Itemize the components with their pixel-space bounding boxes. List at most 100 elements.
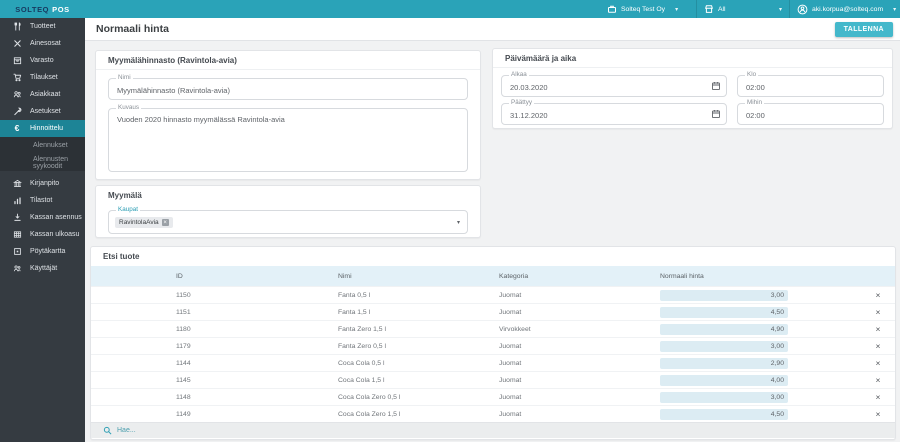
user-menu[interactable]: aki.korpua@solteq.com ▾ [790,0,900,18]
sidebar-item-poytakartta[interactable]: Pöytäkartta [0,243,85,260]
stores-select-label: Kaupat [116,207,140,213]
remove-row-icon[interactable]: × [861,392,895,402]
table-row: 1151 Fanta 1,5 l Juomat 4,50 × [91,303,895,320]
store-chip: RavintolaAvia × [115,217,173,228]
product-category: Virvokkeet [499,326,660,333]
sidebar-item-tilastot[interactable]: Tilastot [0,192,85,209]
company-name: Solteq Test Oy [621,6,665,13]
price-input[interactable]: 2,90 [660,358,788,369]
location-value: All [718,6,726,13]
sidebar-item-label: Asetukset [30,108,61,115]
price-input[interactable]: 3,00 [660,392,788,403]
sidebar-item-kassan-ulkoasu[interactable]: Kassan ulkoasu [0,226,85,243]
description-word: Ravintola-avia [237,115,285,124]
table-row: 1144 Coca Cola 0,5 l Juomat 2,90 × [91,354,895,371]
search-icon [103,426,112,435]
fork-knife-icon [12,22,22,32]
remove-row-icon[interactable]: × [861,409,895,419]
sidebar-item-kirjanpito[interactable]: Kirjanpito [0,175,85,192]
price-input[interactable]: 4,50 [660,409,788,420]
sidebar-item-tilaukset[interactable]: Tilaukset [0,69,85,86]
sidebar-item-ainesosat[interactable]: Ainesosat [0,35,85,52]
start-time-field[interactable]: Klo 02:00 [737,75,884,97]
name-field-label: Nimi [116,75,133,81]
price-input[interactable]: 4,90 [660,324,788,335]
table-row: 1179 Fanta Zero 0,5 l Juomat 3,00 × [91,337,895,354]
euro-icon: € [12,124,22,134]
sidebar-item-asiakkaat[interactable]: Asiakkaat [0,86,85,103]
remove-row-icon[interactable]: × [861,307,895,317]
save-button[interactable]: TALLENNA [835,22,893,37]
description-word: 2020 [145,115,162,124]
price-input[interactable]: 4,00 [660,375,788,386]
bank-icon [12,179,22,189]
end-time-label: Mihin [745,100,764,106]
grid-layout-icon [12,230,22,240]
sidebar-item-alennusten-syykoodit[interactable]: Alennusten syykoodit [0,154,85,171]
sidebar-item-kassan-asennus[interactable]: Kassan asennus [0,209,85,226]
start-date-field[interactable]: Alkaa 20.03.2020 [501,75,727,97]
briefcase-icon [607,4,617,14]
sidebar-nav: Tuotteet Ainesosat Varasto Tilaukset Asi… [0,18,85,442]
product-name: Fanta 0,5 l [338,292,499,299]
sidebar-item-label: Alennusten syykoodit [33,156,85,170]
price-input[interactable]: 3,00 [660,341,788,352]
description-field-label: Kuvaus [116,105,141,111]
remove-row-icon[interactable]: × [861,324,895,334]
price-input[interactable]: 3,00 [660,290,788,301]
end-time-field[interactable]: Mihin 02:00 [737,103,884,125]
sidebar-item-asetukset[interactable]: Asetukset [0,103,85,120]
description-word: Vuoden [117,115,143,124]
logo-pos: POS [52,5,70,14]
wrench-icon [12,107,22,117]
inventory-box-icon [12,56,22,66]
calendar-icon[interactable] [711,81,721,91]
chevron-down-icon: ▾ [675,6,678,13]
sidebar-item-label: Kassan asennus [30,214,82,221]
start-time-value: 02:00 [738,76,883,92]
sidebar-item-label: Tuotteet [30,23,55,30]
company-selector[interactable]: Solteq Test Oy ▾ [600,0,696,18]
product-id: 1151 [176,309,338,316]
calendar-icon[interactable] [711,109,721,119]
location-selector[interactable]: All ▾ [697,0,789,18]
store-chip-label: RavintolaAvia [119,219,159,226]
end-date-field[interactable]: Päättyy 31.12.2020 [501,103,727,125]
name-field[interactable]: Nimi Myymälähinnasto (Ravintola-avia) [108,78,468,100]
stores-multiselect[interactable]: Kaupat RavintolaAvia × ▾ [108,210,468,234]
product-category: Juomat [499,377,660,384]
chevron-down-icon: ▾ [779,6,782,13]
sidebar-item-label: Hinnoittelu [30,125,63,132]
end-date-label: Päättyy [509,100,534,106]
price-input[interactable]: 4,50 [660,307,788,318]
product-id: 1148 [176,394,338,401]
price-list-card-title: Myymälähinnasto (Ravintola-avia) [96,51,480,70]
end-time-value: 02:00 [738,104,883,120]
column-header-id: ID [176,273,338,280]
product-search-input[interactable]: Hae... [91,422,895,438]
sidebar-item-alennukset[interactable]: Alennukset [0,137,85,154]
description-field[interactable]: Kuvaus Vuoden2020hinnastomyymälässäRavin… [108,108,468,172]
remove-row-icon[interactable]: × [861,341,895,351]
remove-row-icon[interactable]: × [861,290,895,300]
user-email: aki.korpua@solteq.com [812,6,883,13]
user-account-icon [797,4,808,15]
product-name: Coca Cola 1,5 l [338,377,499,384]
remove-row-icon[interactable]: × [861,358,895,368]
remove-row-icon[interactable]: × [861,375,895,385]
product-name: Coca Cola Zero 1,5 l [338,411,499,418]
page-header: Normaali hinta TALLENNA [85,18,900,41]
sidebar-submenu-hinnoittelu: Alennukset Alennusten syykoodit [0,137,85,171]
chevron-down-icon[interactable]: ▾ [457,219,460,226]
start-time-label: Klo [745,72,758,78]
sidebar-item-kayttajat[interactable]: Käyttäjät [0,260,85,277]
sidebar-item-label: Asiakkaat [30,91,60,98]
product-name: Fanta Zero 0,5 l [338,343,499,350]
sidebar-item-varasto[interactable]: Varasto [0,52,85,69]
table-map-icon [12,247,22,257]
chip-remove-icon[interactable]: × [162,219,169,226]
sidebar-item-hinnoittelu[interactable]: € Hinnoittelu [0,120,85,137]
products-card-title: Etsi tuote [91,247,895,266]
sidebar-item-tuotteet[interactable]: Tuotteet [0,18,85,35]
sidebar-item-label: Varasto [30,57,54,64]
